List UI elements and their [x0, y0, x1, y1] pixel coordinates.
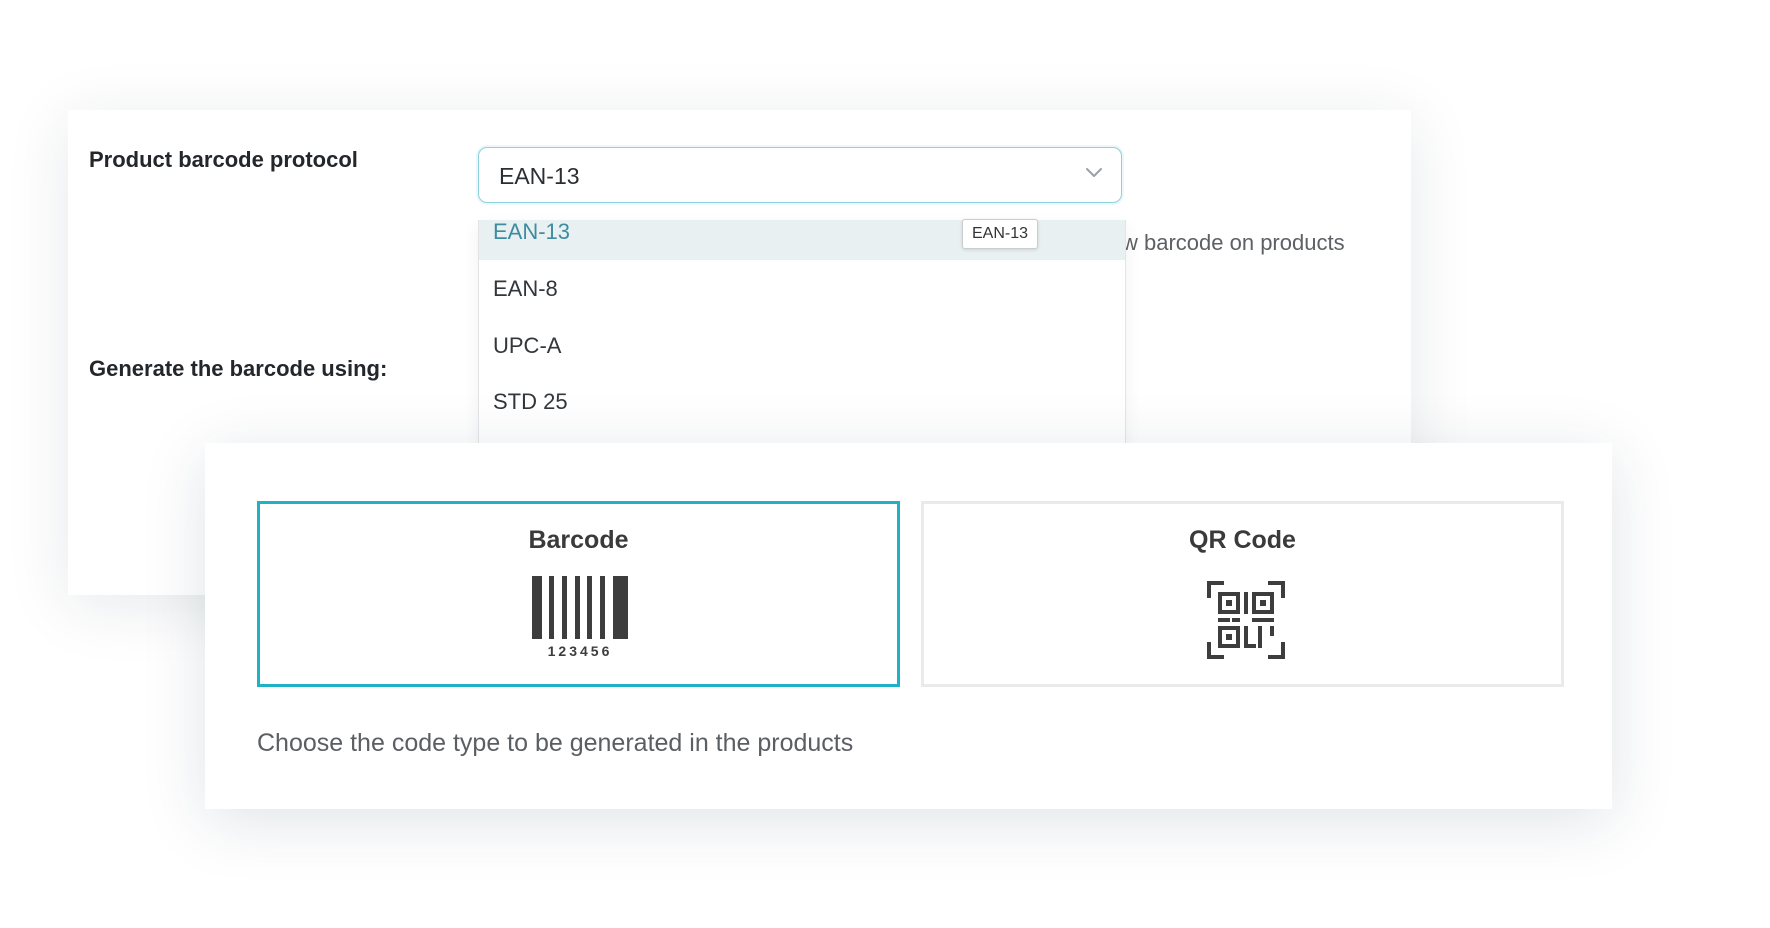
protocol-hint-text: w barcode on products [1122, 230, 1345, 255]
barcode-option-card[interactable]: Barcode 123456 [257, 501, 900, 687]
qr-code-card-title: QR Code [1189, 526, 1296, 554]
code-type-panel: Barcode 123456 QR Code Choose the code t… [205, 443, 1612, 809]
qr-code-option-card[interactable]: QR Code [921, 501, 1564, 687]
chevron-down-icon [1086, 168, 1102, 177]
qr-code-icon [1207, 581, 1285, 659]
protocol-dropdown-list: EAN-13 EAN-8 UPC-A STD 25 [478, 220, 1126, 443]
protocol-select-value: EAN-13 [499, 163, 580, 189]
protocol-label: Product barcode protocol [89, 147, 358, 172]
protocol-select[interactable]: EAN-13 [478, 147, 1122, 203]
option-tooltip: EAN-13 [962, 219, 1039, 249]
code-type-description: Choose the code type to be generated in … [257, 729, 854, 757]
barcode-card-title: Barcode [528, 526, 629, 554]
barcode-icon: 123456 [532, 576, 628, 658]
barcode-caption: 123456 [548, 643, 613, 658]
generate-label: Generate the barcode using: [89, 356, 388, 381]
dropdown-option-ean-8[interactable]: EAN-8 [479, 260, 1125, 317]
dropdown-option-std-25[interactable]: STD 25 [479, 373, 1125, 430]
dropdown-option-upc-a[interactable]: UPC-A [479, 317, 1125, 374]
